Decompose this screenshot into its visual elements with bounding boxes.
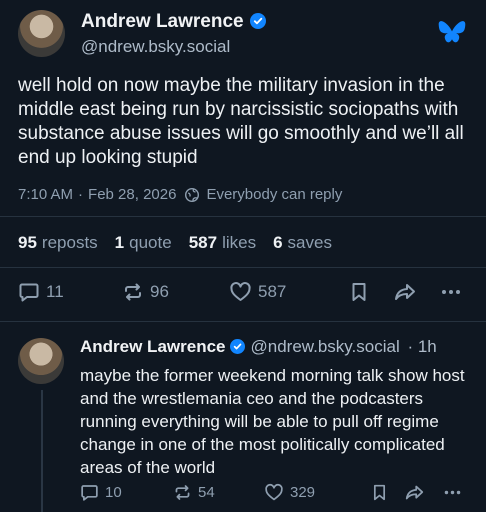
like-count: 329	[290, 484, 316, 501]
engagement-stats: 95 reposts 1 quote 587 likes 6 saves	[18, 233, 332, 253]
post-meta: 7:10 AM · Feb 28, 2026 Everybody can rep…	[18, 186, 342, 203]
reply-bubble-icon	[80, 483, 99, 502]
more-options-button[interactable]	[440, 281, 462, 303]
quotes-label: quote	[129, 233, 172, 252]
verified-check-icon	[249, 13, 266, 29]
repost-arrows-icon	[173, 483, 192, 502]
reply-bubble-icon	[18, 281, 40, 303]
reply-author-handle[interactable]: @ndrew.bsky.social	[251, 337, 400, 356]
like-button[interactable]: 329	[264, 483, 315, 502]
like-button[interactable]: 587	[229, 281, 286, 303]
reply-actions: 10 54 329	[0, 483, 486, 509]
saves-stat[interactable]: 6 saves	[273, 233, 332, 253]
bookmark-button[interactable]	[349, 281, 369, 303]
reply-button[interactable]: 10	[80, 483, 122, 502]
reply-avatar[interactable]	[18, 338, 64, 384]
repost-count: 54	[198, 484, 215, 501]
author-display-name[interactable]: Andrew Lawrence	[81, 11, 244, 32]
saves-label: saves	[287, 233, 332, 252]
quotes-stat[interactable]: 1 quote	[115, 233, 172, 253]
repost-count: 96	[150, 282, 169, 301]
author-name[interactable]: Andrew Lawrence	[81, 11, 266, 33]
more-options-button[interactable]	[443, 483, 462, 502]
like-count: 587	[258, 282, 287, 301]
bookmark-icon	[349, 281, 369, 303]
globe-icon	[184, 187, 200, 203]
reply-author-name[interactable]: Andrew Lawrence	[80, 337, 226, 356]
reply-button[interactable]: 11	[18, 281, 64, 303]
repost-arrows-icon	[122, 281, 144, 303]
quotes-count: 1	[114, 233, 125, 252]
post-text: well hold on now maybe the military inva…	[18, 75, 464, 168]
reply-text[interactable]: maybe the former weekend morning talk sh…	[80, 364, 475, 479]
avatar[interactable]	[18, 10, 65, 57]
divider	[0, 216, 486, 217]
share-arrow-icon	[393, 281, 417, 303]
reply-age[interactable]: · 1h	[407, 337, 436, 356]
more-dots-icon	[440, 281, 462, 303]
divider	[0, 267, 486, 268]
share-button[interactable]	[404, 483, 425, 502]
repost-button[interactable]: 96	[122, 281, 169, 303]
bookmark-icon	[371, 483, 388, 502]
post-thread-view: Andrew Lawrence @ndrew.bsky.social well …	[0, 0, 486, 512]
reply-setting[interactable]: Everybody can reply	[206, 186, 342, 203]
reposts-stat[interactable]: 95 reposts	[18, 233, 98, 253]
reposts-count: 95	[18, 233, 37, 252]
reply-header: Andrew Lawrence @ndrew.bsky.social · 1h	[80, 337, 437, 357]
meta-separator: ·	[78, 186, 84, 203]
more-dots-icon	[443, 483, 462, 502]
likes-label: likes	[222, 233, 257, 252]
likes-count: 587	[188, 233, 218, 252]
butterfly-logo-icon[interactable]	[438, 20, 466, 45]
post-date[interactable]: Feb 28, 2026	[88, 186, 176, 203]
post-actions: 11 96 587	[0, 281, 486, 307]
bookmark-button[interactable]	[371, 483, 388, 502]
share-arrow-icon	[404, 483, 425, 502]
repost-button[interactable]: 54	[173, 483, 215, 502]
divider	[0, 321, 486, 322]
reply-count: 11	[46, 282, 64, 301]
saves-count: 6	[273, 233, 283, 252]
share-button[interactable]	[393, 281, 417, 303]
likes-stat[interactable]: 587 likes	[189, 233, 256, 253]
post-time[interactable]: 7:10 AM	[18, 186, 73, 203]
heart-icon	[229, 281, 252, 303]
verified-check-icon	[229, 339, 245, 354]
author-handle[interactable]: @ndrew.bsky.social	[81, 37, 230, 57]
reply-count: 10	[105, 484, 122, 501]
heart-icon	[264, 483, 284, 502]
reposts-label: reposts	[41, 233, 98, 252]
